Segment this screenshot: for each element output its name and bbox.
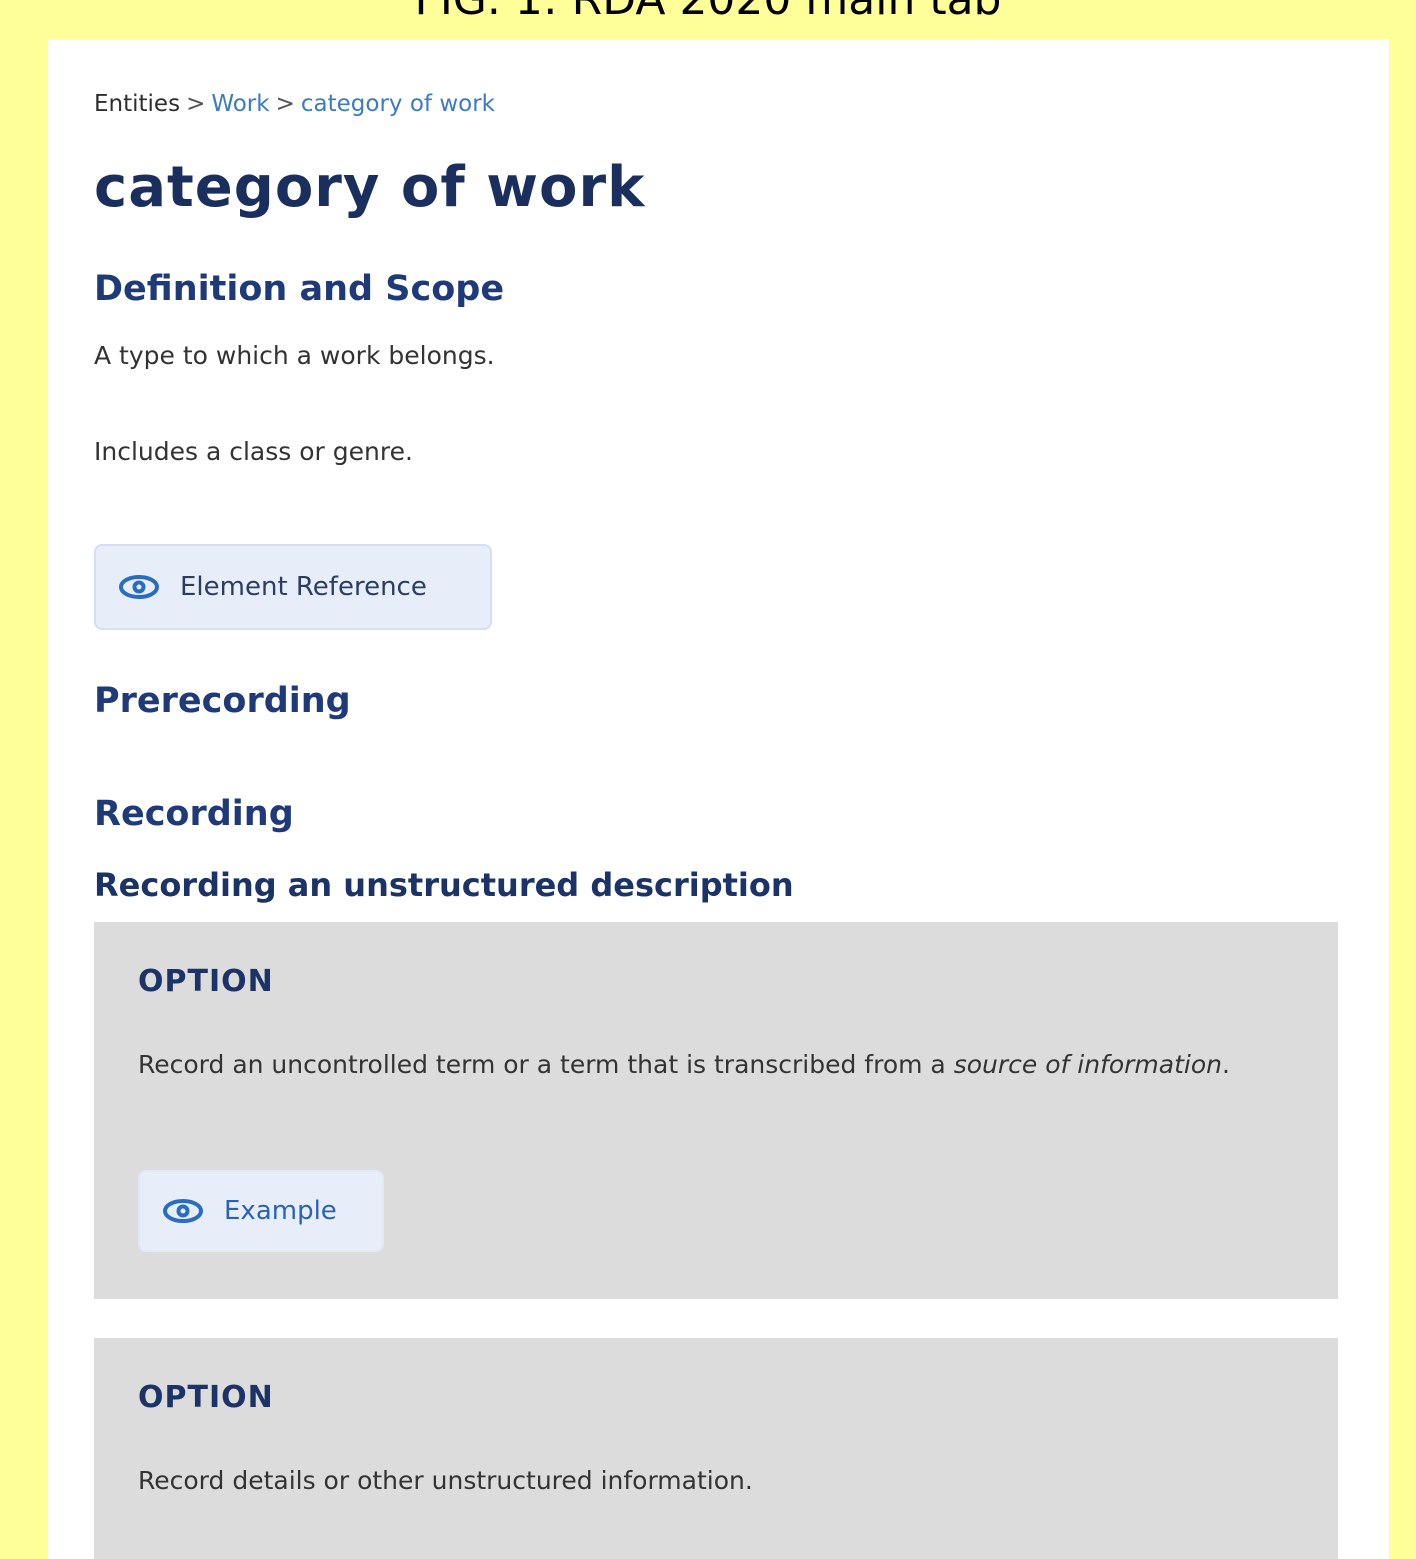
breadcrumb: Entities > Work > category of work	[94, 91, 495, 117]
breadcrumb-item-category-of-work[interactable]: category of work	[301, 91, 495, 117]
option-box: OPTION Record an uncontrolled term or a …	[94, 922, 1338, 1299]
recording-subheading: Recording an unstructured description	[94, 866, 794, 904]
option-label: OPTION	[138, 1380, 274, 1415]
example-button[interactable]: Example	[138, 1170, 384, 1252]
definition-paragraph: A type to which a work belongs.	[94, 341, 495, 370]
figure-caption: FIG. 1: RDA 2020 main tab	[0, 0, 1416, 22]
option-label: OPTION	[138, 964, 274, 999]
element-reference-label: Element Reference	[180, 572, 427, 602]
option-box: OPTION Record details or other unstructu…	[94, 1338, 1338, 1559]
option-text: Record an uncontrolled term or a term th…	[138, 1050, 1230, 1079]
example-label: Example	[224, 1196, 337, 1226]
breadcrumb-item-work[interactable]: Work	[211, 91, 269, 117]
prerecording-heading: Prerecording	[94, 681, 351, 721]
definition-paragraph: Includes a class or genre.	[94, 437, 413, 466]
eye-icon	[119, 575, 159, 599]
definition-heading: Definition and Scope	[94, 269, 505, 309]
breadcrumb-item-entities[interactable]: Entities	[94, 91, 180, 117]
recording-heading: Recording	[94, 794, 294, 834]
content-panel: Entities > Work > category of work category …	[48, 39, 1389, 1559]
breadcrumb-separator: >	[275, 91, 295, 117]
option-text: Record details or other unstructured inf…	[138, 1466, 753, 1495]
breadcrumb-separator: >	[186, 91, 206, 117]
page-title: category of work	[94, 155, 646, 220]
element-reference-button[interactable]: Element Reference	[94, 544, 492, 630]
eye-icon	[163, 1199, 203, 1223]
